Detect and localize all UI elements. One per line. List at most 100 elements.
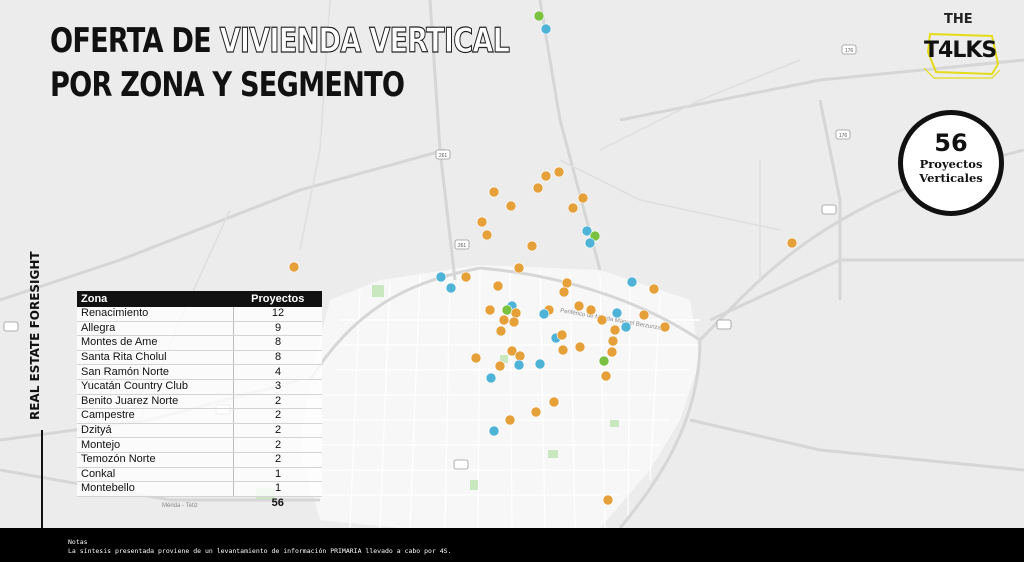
orange-project-point[interactable] <box>558 286 570 298</box>
zona-cell: Santa Rita Cholul <box>77 350 234 366</box>
logo-talks: T4LKS <box>924 38 997 63</box>
blue-project-point[interactable] <box>584 237 596 249</box>
the-talks-logo: THE T4LKS <box>922 12 1002 82</box>
orange-project-point[interactable] <box>596 314 608 326</box>
orange-project-point[interactable] <box>577 192 589 204</box>
orange-project-point[interactable] <box>505 200 517 212</box>
proyectos-cell: 2 <box>233 408 322 424</box>
orange-project-point[interactable] <box>513 262 525 274</box>
blue-project-point[interactable] <box>540 23 552 35</box>
route-label: 261 <box>458 243 467 249</box>
route-label: 176 <box>845 48 854 54</box>
table-row: Dzityá 2 <box>77 423 322 439</box>
orange-project-point[interactable] <box>573 300 585 312</box>
header-zona: Zona <box>77 291 234 307</box>
orange-project-point[interactable] <box>602 494 614 506</box>
orange-project-point[interactable] <box>481 229 493 241</box>
orange-project-point[interactable] <box>600 370 612 382</box>
side-label-part1: REAL ESTATE <box>28 332 42 420</box>
orange-project-point[interactable] <box>532 182 544 194</box>
zona-cell: San Ramón Norte <box>77 364 234 380</box>
orange-project-point[interactable] <box>567 202 579 214</box>
orange-project-point[interactable] <box>606 346 618 358</box>
proyectos-cell: 8 <box>233 350 322 366</box>
orange-project-point[interactable] <box>561 277 573 289</box>
blue-project-point[interactable] <box>435 271 447 283</box>
orange-project-point[interactable] <box>504 414 516 426</box>
table-row: Montes de Ame 8 <box>77 335 322 351</box>
proyectos-cell: 9 <box>233 321 322 337</box>
blue-project-point[interactable] <box>445 282 457 294</box>
orange-project-point[interactable] <box>585 304 597 316</box>
orange-project-point[interactable] <box>495 325 507 337</box>
blue-project-point[interactable] <box>534 358 546 370</box>
notes-title: Notas <box>68 538 88 546</box>
orange-project-point[interactable] <box>460 271 472 283</box>
table-row: Conkal 1 <box>77 467 322 483</box>
side-rule <box>41 430 43 528</box>
orange-project-point[interactable] <box>498 314 510 326</box>
orange-project-point[interactable] <box>786 237 798 249</box>
summary-badge: 56 Proyectos Verticales <box>898 110 1004 216</box>
orange-project-point[interactable] <box>548 396 560 408</box>
orange-project-point[interactable] <box>484 304 496 316</box>
zona-cell: Montes de Ame <box>77 335 234 351</box>
zona-cell: Campestre <box>77 408 234 424</box>
orange-project-point[interactable] <box>514 350 526 362</box>
orange-project-point[interactable] <box>494 360 506 372</box>
orange-project-point[interactable] <box>476 216 488 228</box>
orange-project-point[interactable] <box>508 316 520 328</box>
proyectos-cell: 3 <box>233 379 322 395</box>
orange-project-point[interactable] <box>648 283 660 295</box>
blue-project-point[interactable] <box>538 308 550 320</box>
proyectos-cell: 2 <box>233 423 322 439</box>
blue-project-point[interactable] <box>620 321 632 333</box>
total-label-cell <box>77 496 234 510</box>
orange-project-point[interactable] <box>470 352 482 364</box>
proyectos-cell: 2 <box>233 394 322 410</box>
total-cell: 56 <box>271 497 284 510</box>
side-label: REAL ESTATE FORESIGHT <box>28 240 42 420</box>
orange-project-point[interactable] <box>607 335 619 347</box>
orange-project-point[interactable] <box>526 240 538 252</box>
orange-project-point[interactable] <box>492 280 504 292</box>
orange-project-point[interactable] <box>488 186 500 198</box>
page-title-line2: POR ZONA Y SEGMENTO <box>50 65 405 105</box>
route-label: 261 <box>439 153 448 159</box>
table-row: Montejo 2 <box>77 437 322 453</box>
table-header-row: Zona Proyectos <box>77 291 322 307</box>
orange-project-point[interactable] <box>540 170 552 182</box>
orange-project-point[interactable] <box>530 406 542 418</box>
orange-project-point[interactable] <box>288 261 300 273</box>
orange-project-point[interactable] <box>510 307 522 319</box>
orange-project-point[interactable] <box>556 329 568 341</box>
title-outline: VIVIENDA VERTICAL <box>219 21 510 61</box>
blue-project-point[interactable] <box>626 276 638 288</box>
proyectos-cell: 1 <box>233 481 322 497</box>
table-body: Renacimiento 12 Allegra 9 Montes de Ame 8 Sant… <box>77 307 322 510</box>
logo-the: THE <box>944 12 973 27</box>
proyectos-cell: 12 <box>233 307 322 322</box>
title-solid: OFERTA DE <box>50 21 212 61</box>
green-project-point[interactable] <box>598 355 610 367</box>
blue-project-point[interactable] <box>611 307 623 319</box>
table-row: Renacimiento 12 <box>77 307 322 322</box>
orange-project-point[interactable] <box>638 309 650 321</box>
blue-project-point[interactable] <box>488 425 500 437</box>
orange-project-point[interactable] <box>659 321 671 333</box>
table-row: Temozón Norte 2 <box>77 452 322 468</box>
orange-project-point[interactable] <box>574 341 586 353</box>
orange-project-point[interactable] <box>557 344 569 356</box>
table-row: Santa Rita Cholul 8 <box>77 350 322 366</box>
green-project-point[interactable] <box>533 10 545 22</box>
zona-cell: Temozón Norte <box>77 452 234 468</box>
blue-project-point[interactable] <box>513 359 525 371</box>
blue-project-point[interactable] <box>485 372 497 384</box>
table-row: San Ramón Norte 4 <box>77 364 322 380</box>
orange-project-point[interactable] <box>609 324 621 336</box>
green-project-point[interactable] <box>501 304 513 316</box>
table-row: Benito Juarez Norte 2 <box>77 394 322 410</box>
notes-text: La síntesis presentada proviene de un le… <box>68 547 452 555</box>
orange-project-point[interactable] <box>553 166 565 178</box>
proyectos-cell: 4 <box>233 364 322 380</box>
